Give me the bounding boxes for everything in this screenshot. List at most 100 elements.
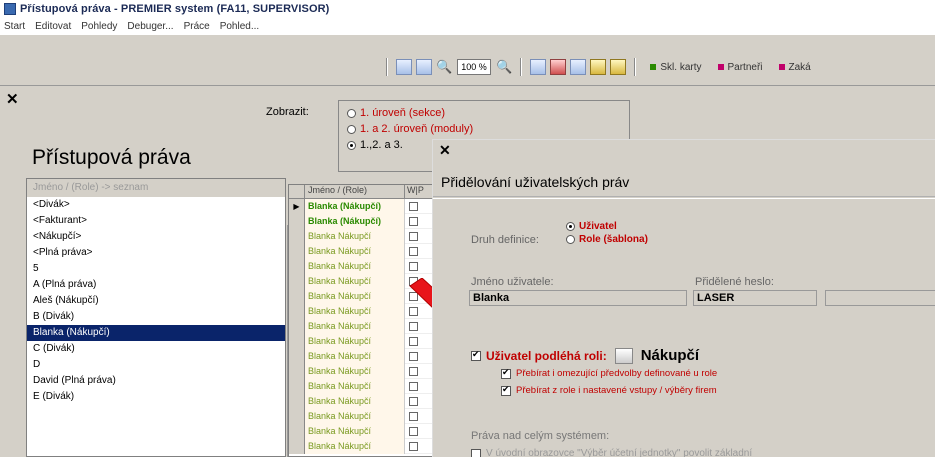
link-orders[interactable]: Zaká xyxy=(778,62,811,73)
display-label: Zobrazit: xyxy=(266,106,309,118)
row-checkbox[interactable] xyxy=(409,246,418,256)
row-checkbox-cell xyxy=(405,261,435,271)
row-name: Blanka Nákupčí xyxy=(305,348,405,364)
pink-square-icon xyxy=(778,64,785,70)
row-checkbox[interactable] xyxy=(409,351,418,361)
link-partners[interactable]: Partneři xyxy=(717,62,763,73)
row-checkbox[interactable] xyxy=(409,411,418,421)
table-row[interactable]: Blanka Nákupčí xyxy=(289,258,435,274)
list-item[interactable]: <Nákupčí> xyxy=(27,229,285,245)
list-item[interactable]: <Plná práva> xyxy=(27,245,285,261)
intro-screen-option[interactable]: V úvodní obrazovce "Výběr účetní jednotk… xyxy=(471,448,752,457)
table-row[interactable]: ▶ Blanka (Nákupčí) xyxy=(289,198,435,214)
monitor-icon[interactable] xyxy=(530,59,547,75)
user-list: Jméno / (Role) -> seznam <Divák> <Faktura… xyxy=(26,178,299,457)
role-picker-button[interactable] xyxy=(614,347,633,364)
chart-icon[interactable] xyxy=(550,59,567,75)
list-item[interactable]: B (Divák) xyxy=(27,309,285,325)
list-item[interactable]: Aleš (Nákupčí) xyxy=(27,293,285,309)
table-icon[interactable] xyxy=(570,59,587,75)
menu-view[interactable]: Pohled... xyxy=(220,21,259,32)
sub-option-1[interactable]: Přebírat i omezující předvolby definovan… xyxy=(501,367,717,379)
level-option-1[interactable]: 1. úroveň (sekce) xyxy=(347,105,621,121)
row-indicator xyxy=(289,228,305,244)
close-icon[interactable]: ✕ xyxy=(6,90,19,108)
row-name: Blanka (Nákupčí) xyxy=(305,198,405,214)
row-indicator xyxy=(289,318,305,334)
list-view-icon[interactable] xyxy=(416,59,432,75)
dialog-close-icon[interactable]: ✕ xyxy=(439,142,451,159)
system-rights-label: Práva nad celým systémem: xyxy=(471,430,610,442)
table-row[interactable]: Blanka Nákupčí xyxy=(289,228,435,244)
table-row[interactable]: Blanka Nákupčí xyxy=(289,393,435,409)
zoom-in-icon[interactable]: 🔍 xyxy=(496,59,512,75)
list-item[interactable]: E (Divák) xyxy=(27,389,285,405)
menu-work[interactable]: Práce xyxy=(184,21,210,32)
grid-header-name: Jméno / (Role) xyxy=(305,185,405,198)
row-checkbox[interactable] xyxy=(409,426,418,436)
row-name: Blanka Nákupčí xyxy=(305,363,405,379)
row-checkbox[interactable] xyxy=(409,261,418,271)
row-checkbox-cell xyxy=(405,216,435,226)
level-option-2[interactable]: 1. a 2. úroveň (moduly) xyxy=(347,121,621,137)
row-indicator xyxy=(289,363,305,379)
menu-edit[interactable]: Editovat xyxy=(35,21,71,32)
sub-option-2[interactable]: Přebírat z role i nastavené vstupy / výb… xyxy=(501,384,717,396)
password-field[interactable]: LASER xyxy=(693,290,817,306)
checkbox-icon[interactable] xyxy=(471,448,481,457)
menu-views[interactable]: Pohledy xyxy=(81,21,117,32)
extra-field[interactable] xyxy=(825,290,935,306)
row-name: Blanka Nákupčí xyxy=(305,318,405,334)
table-row[interactable]: Blanka Nákupčí xyxy=(289,378,435,394)
table-row[interactable]: Blanka Nákupčí xyxy=(289,408,435,424)
role-checkbox-label: Uživatel podléhá roli: xyxy=(486,348,607,363)
table-row[interactable]: Blanka Nákupčí xyxy=(289,243,435,259)
zoom-out-icon[interactable]: 🔍 xyxy=(436,59,452,75)
link-stock-cards[interactable]: Skl. karty xyxy=(650,62,702,73)
definition-role-option[interactable]: Role (šablona) xyxy=(566,233,648,246)
app-icon xyxy=(4,3,16,15)
role-checkbox[interactable] xyxy=(471,349,481,361)
row-checkbox[interactable] xyxy=(409,441,418,451)
definition-user-option[interactable]: Uživatel xyxy=(566,220,648,233)
list-item[interactable]: <Divák> xyxy=(27,197,285,213)
row-checkbox[interactable] xyxy=(409,201,418,211)
list-item[interactable]: Blanka (Nákupčí) xyxy=(27,325,285,341)
table-row[interactable]: Blanka Nákupčí xyxy=(289,363,435,379)
menu-start[interactable]: Start xyxy=(4,21,25,32)
row-checkbox[interactable] xyxy=(409,231,418,241)
row-indicator: ▶ xyxy=(289,198,305,214)
list-item[interactable]: D xyxy=(27,357,285,373)
username-field[interactable]: Blanka xyxy=(469,290,687,306)
folder-icon[interactable] xyxy=(590,59,607,75)
checkbox-icon[interactable] xyxy=(501,384,511,396)
list-item[interactable]: David (Plná práva) xyxy=(27,373,285,389)
grid-view-icon[interactable] xyxy=(396,59,412,75)
radio-selected-icon xyxy=(347,140,356,150)
list-item[interactable]: A (Plná práva) xyxy=(27,277,285,293)
grid-header: Jméno / (Role) W|P xyxy=(289,185,435,199)
row-checkbox[interactable] xyxy=(409,396,418,406)
row-checkbox[interactable] xyxy=(409,366,418,376)
list-item[interactable]: 5 xyxy=(27,261,285,277)
list-header: Jméno / (Role) -> seznam xyxy=(27,179,285,197)
menu-bar: Start Editovat Pohledy Debuger... Práce … xyxy=(0,18,935,34)
list-item[interactable]: <Fakturant> xyxy=(27,213,285,229)
table-row[interactable]: Blanka Nákupčí xyxy=(289,423,435,439)
row-name: Blanka Nákupčí xyxy=(305,258,405,274)
grid-header-col: W|P xyxy=(407,185,424,195)
row-indicator xyxy=(289,288,305,304)
zoom-level-input[interactable]: 100 % xyxy=(457,59,492,75)
row-name: Blanka Nákupčí xyxy=(305,393,405,409)
menu-debugger[interactable]: Debuger... xyxy=(127,21,173,32)
checkbox-icon[interactable] xyxy=(501,367,511,379)
list-item[interactable]: C (Divák) xyxy=(27,341,285,357)
table-row[interactable]: Blanka Nákupčí xyxy=(289,348,435,364)
table-row[interactable]: Blanka Nákupčí xyxy=(289,438,435,454)
table-row[interactable]: Blanka (Nákupčí) xyxy=(289,213,435,229)
tools-icon[interactable] xyxy=(610,59,627,75)
row-checkbox[interactable] xyxy=(409,216,418,226)
toolbar-separator xyxy=(386,58,388,76)
row-checkbox[interactable] xyxy=(409,381,418,391)
row-name: Blanka Nákupčí xyxy=(305,378,405,394)
